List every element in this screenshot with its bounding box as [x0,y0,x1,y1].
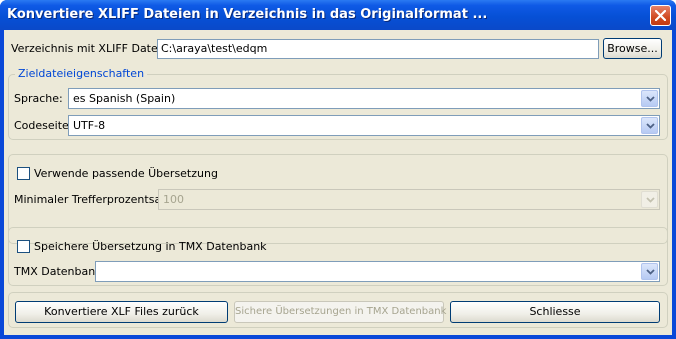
close-button[interactable]: Schliesse [450,301,660,323]
min-match-value: 100 [163,193,184,206]
directory-label: Verzeichnis mit XLIFF Dateien [11,42,175,55]
save-tmx-checkbox[interactable] [17,240,30,253]
save-tmx-button[interactable]: Sichere Übersetzungen in TMX Datenbank [234,301,446,323]
directory-input[interactable]: C:\araya\test\edqm [157,39,599,59]
codepage-label: Codeseite [14,119,69,132]
chevron-down-icon [641,191,658,208]
save-tmx-label[interactable]: Speichere Übersetzung in TMX Datenbank [34,240,267,253]
language-select[interactable]: es Spanish (Spain) [68,88,660,109]
use-match-label[interactable]: Verwende passende Übersetzung [34,167,218,180]
tmx-db-label: TMX Datenbank [14,265,102,278]
codepage-select[interactable]: UTF-8 [68,115,660,136]
dialog-body: Verzeichnis mit XLIFF Dateien C:\araya\t… [4,30,672,335]
language-label: Sprache: [14,92,63,105]
codepage-value: UTF-8 [73,119,106,132]
target-properties-title: Zieldateieigenschaften [15,67,148,80]
window-title: Konvertiere XLIFF Dateien in Verzeichnis… [7,7,488,22]
language-value: es Spanish (Spain) [73,92,176,105]
chevron-down-icon[interactable] [641,90,658,107]
use-match-checkbox[interactable] [17,167,30,180]
close-window-button[interactable] [650,5,671,26]
chevron-down-icon[interactable] [641,263,658,280]
tmx-db-select[interactable] [95,261,660,282]
dialog-window: Konvertiere XLIFF Dateien in Verzeichnis… [0,0,676,339]
min-match-label: Minimaler Trefferprozentsatz [14,193,172,206]
title-bar[interactable]: Konvertiere XLIFF Dateien in Verzeichnis… [0,0,676,30]
chevron-down-icon[interactable] [641,117,658,134]
convert-back-button[interactable]: Konvertiere XLF Files zurück [15,301,228,323]
browse-button[interactable]: Browse... [603,38,662,59]
min-match-select[interactable]: 100 [158,189,660,210]
